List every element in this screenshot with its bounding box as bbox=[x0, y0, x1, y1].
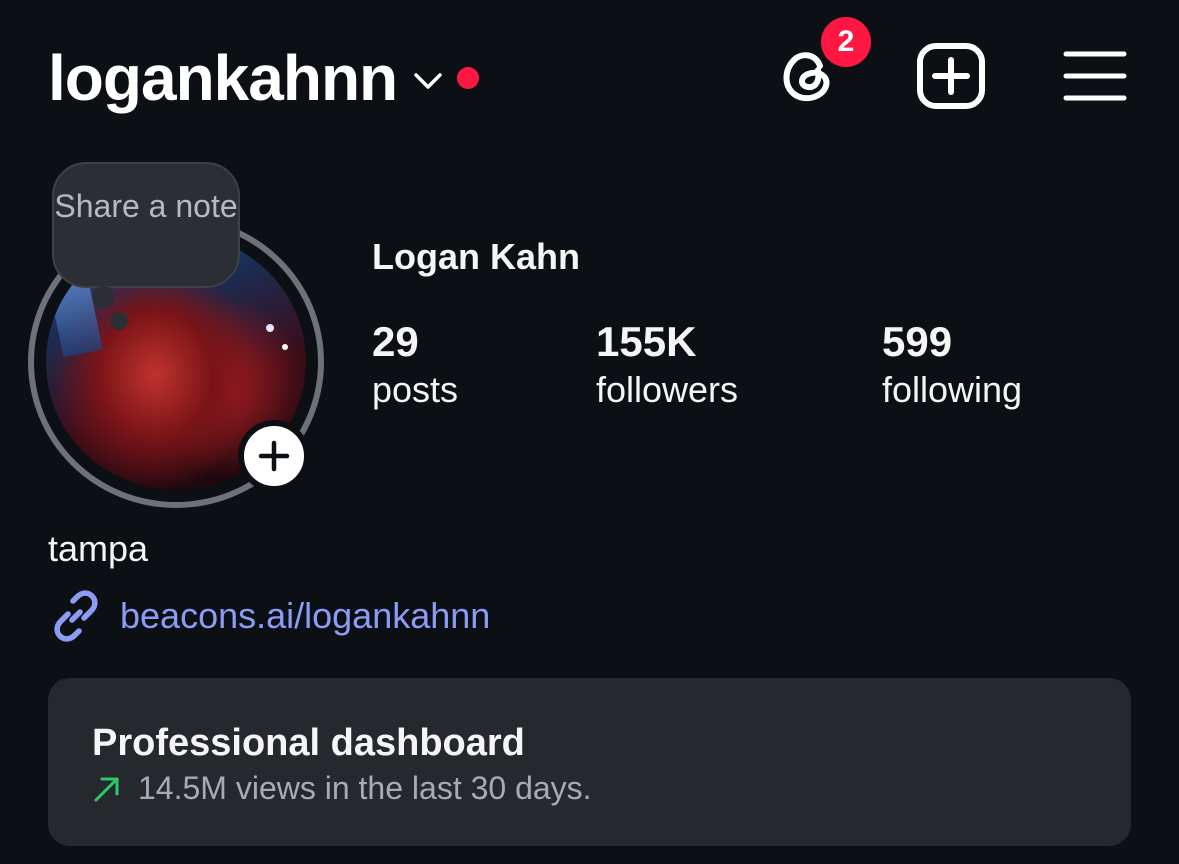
dashboard-subtitle: 14.5M views in the last 30 days. bbox=[138, 770, 592, 806]
followers-count[interactable]: 155K followers bbox=[596, 318, 738, 414]
stat-value: 599 bbox=[882, 318, 953, 365]
plus-icon bbox=[258, 440, 290, 472]
note-bubble-tail bbox=[92, 286, 114, 308]
bio-location: tampa bbox=[48, 528, 149, 569]
note-bubble-tail bbox=[110, 312, 128, 330]
username: logankahnn bbox=[48, 42, 398, 114]
share-note-bubble[interactable]: Share a note bbox=[52, 162, 240, 288]
stat-label: followers bbox=[596, 369, 739, 410]
unread-dot bbox=[457, 67, 480, 89]
link-icon bbox=[54, 590, 98, 642]
profile-header: logankahnn 2 bbox=[0, 0, 1179, 150]
create-plus-icon[interactable] bbox=[916, 42, 986, 110]
menu-icon[interactable] bbox=[1062, 48, 1128, 104]
bio-link[interactable]: beacons.ai/logankahnn bbox=[48, 588, 490, 644]
stat-value: 29 bbox=[372, 318, 419, 365]
avatar-photo-detail bbox=[266, 324, 274, 332]
stat-label: posts bbox=[372, 369, 459, 410]
bio-link-text: beacons.ai/logankahnn bbox=[120, 595, 491, 636]
chevron-down-icon bbox=[414, 73, 442, 89]
professional-dashboard-card[interactable]: Professional dashboard 14.5M views in th… bbox=[48, 678, 1131, 846]
dashboard-title: Professional dashboard bbox=[92, 722, 525, 764]
posts-count[interactable]: 29 posts bbox=[372, 318, 458, 414]
trend-up-arrow-icon bbox=[94, 777, 119, 801]
account-switcher[interactable]: logankahnn bbox=[48, 38, 480, 118]
notification-badge: 2 bbox=[818, 14, 874, 70]
following-count[interactable]: 599 following bbox=[882, 318, 1022, 414]
stat-label: following bbox=[882, 369, 1023, 410]
avatar-photo-detail bbox=[282, 344, 288, 350]
dashboard-subtitle-row: 14.5M views in the last 30 days. bbox=[92, 770, 592, 807]
stat-value: 155K bbox=[596, 318, 697, 365]
profile-screen: logankahnn 2 Share a note Logan Kahn 29 … bbox=[0, 0, 1179, 864]
add-story-button[interactable] bbox=[238, 420, 310, 492]
full-name: Logan Kahn bbox=[372, 236, 580, 277]
